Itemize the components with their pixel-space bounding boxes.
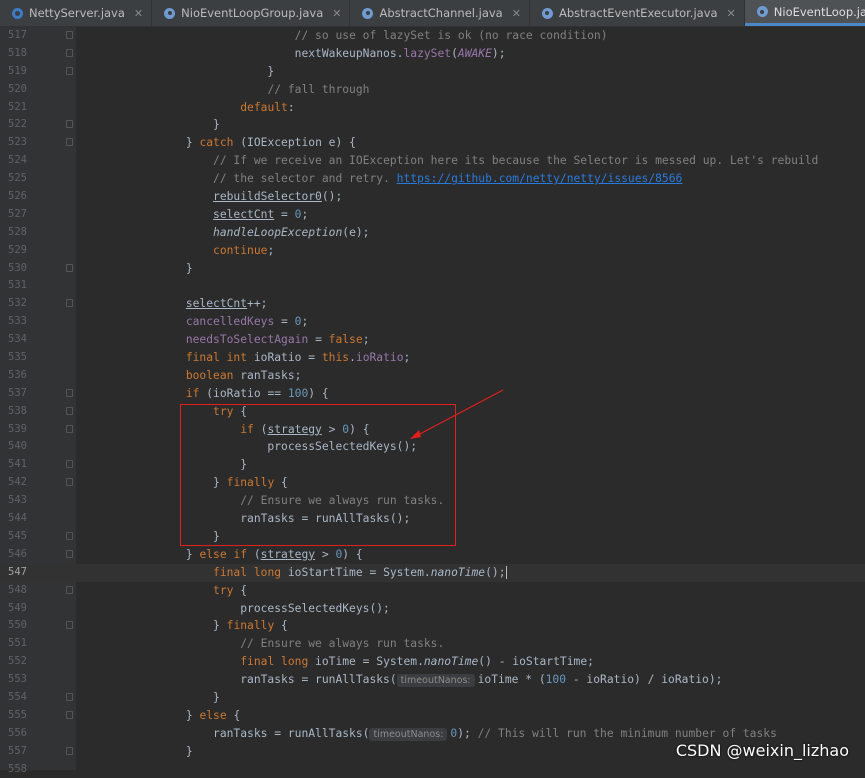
annotation-arrow: [410, 389, 504, 439]
watermark: CSDN @weixin_lizhao: [675, 741, 849, 760]
